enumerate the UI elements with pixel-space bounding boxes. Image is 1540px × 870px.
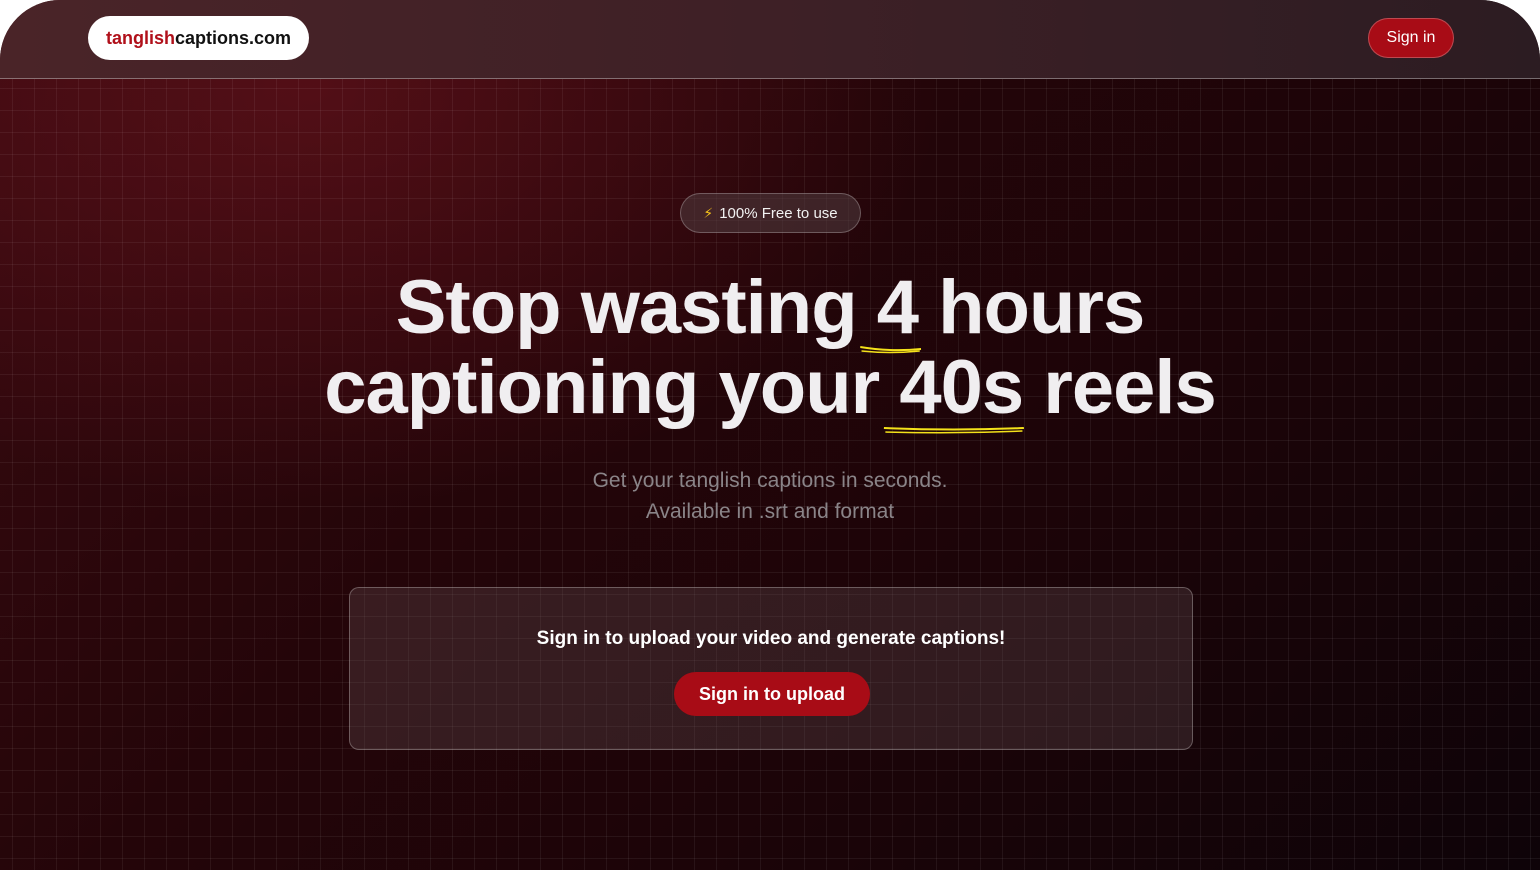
logo-accent-text: tanglish — [106, 27, 176, 48]
highlight-text: 40s — [899, 345, 1024, 430]
logo-domain-text: captions.com — [175, 27, 292, 48]
free-badge: ⚡ 100% Free to use — [680, 193, 861, 233]
headline-text: reels — [1023, 345, 1216, 430]
upload-card: Sign in to upload your video and generat… — [349, 587, 1193, 750]
page-frame: tanglish captions.com Sign in ⚡ 100% Free… — [0, 0, 1540, 870]
highlight-text: 4 — [876, 265, 919, 350]
underline-scribble-icon — [884, 427, 1025, 434]
hero-headline: Stop wasting 4 hours captioning your 40s… — [0, 265, 1540, 434]
badge-text: 100% Free to use — [719, 204, 838, 222]
subtitle-line-1: Get your tanglish captions in seconds. — [592, 469, 948, 492]
signin-button[interactable]: Sign in — [1368, 18, 1454, 58]
highlighted-number: 40s — [884, 345, 1025, 434]
headline-text: captioning your — [324, 345, 900, 430]
hero-subtitle: Get your tanglish captions in seconds. A… — [0, 465, 1540, 527]
upload-card-message: Sign in to upload your video and generat… — [536, 628, 1006, 649]
lightning-bolt-icon: ⚡ — [703, 204, 714, 221]
headline-line-1: Stop wasting 4 hours — [0, 265, 1540, 354]
highlighted-number: 4 — [859, 265, 921, 354]
headline-line-2: captioning your 40s reels — [0, 345, 1540, 434]
site-logo[interactable]: tanglish captions.com — [88, 16, 310, 60]
headline-text: hours — [918, 265, 1145, 350]
signin-to-upload-button[interactable]: Sign in to upload — [674, 672, 870, 716]
top-nav: tanglish captions.com Sign in — [0, 0, 1540, 79]
headline-text: Stop wasting — [395, 265, 877, 350]
subtitle-line-2: Available in .srt and format — [645, 500, 895, 523]
